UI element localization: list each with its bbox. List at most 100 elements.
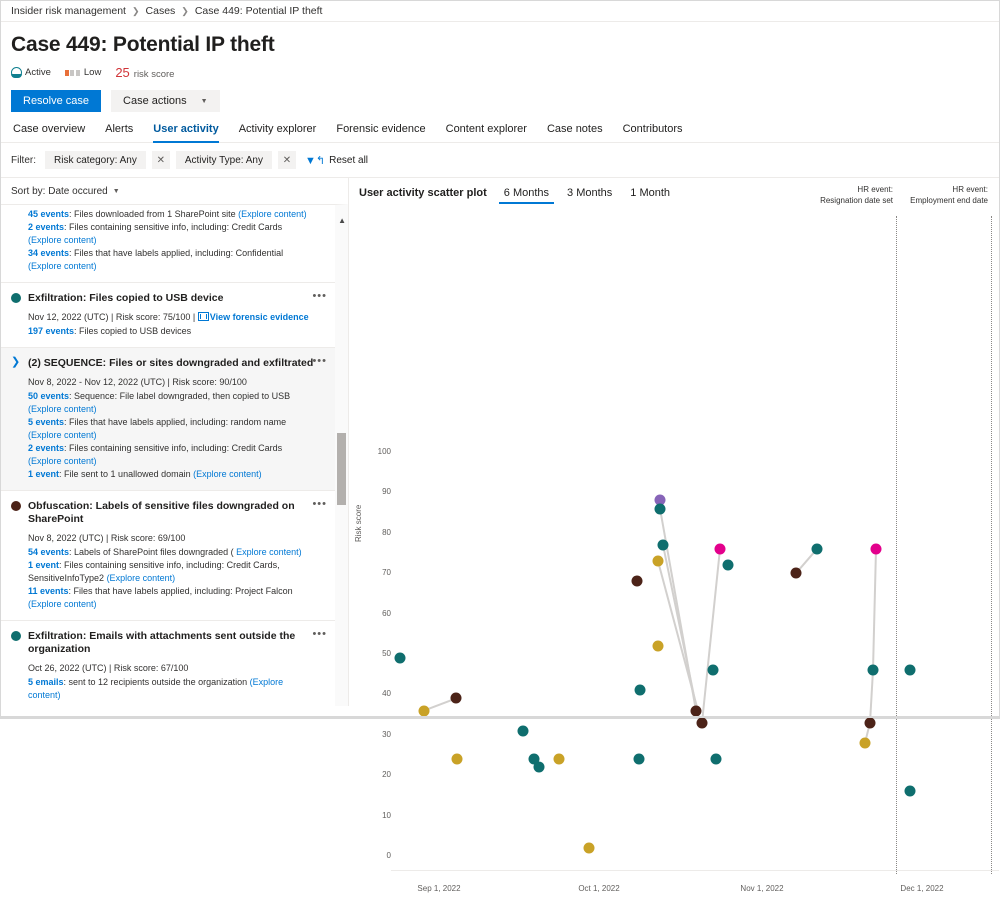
scatter-point[interactable] [518,725,529,736]
scatter-point[interactable] [451,693,462,704]
filter-clear-activity-type-icon[interactable]: ✕ [278,151,296,169]
explore-content-link[interactable]: Explore content) [236,547,302,557]
explore-content-link[interactable]: (Explore content) [28,599,97,609]
scatter-point[interactable] [658,539,669,550]
severity-badge: Low [65,67,101,78]
scatter-point[interactable] [691,705,702,716]
hr-event-label: HR event: Resignation date set [803,184,893,206]
activity-event-text: : Sequence: File label downgraded, then … [69,391,290,401]
activity-event-text: : Files that have labels applied, includ… [64,417,286,427]
explore-content-link[interactable]: (Explore content) [28,430,97,440]
explore-content-link[interactable]: (Explore content) [28,235,97,245]
tab-forensic-evidence[interactable]: Forensic evidence [326,123,435,142]
scatter-point[interactable] [905,665,916,676]
case-meta-row: Active Low 25 risk score [1,57,999,80]
scatter-point[interactable] [723,560,734,571]
scatter-point[interactable] [791,568,802,579]
sort-by-dropdown[interactable]: Sort by: Date occured ▼ [1,178,348,204]
explore-content-link[interactable]: (Explore content) [28,404,97,414]
explore-content-link[interactable]: (Explore content) [28,261,97,271]
status-active-icon [11,67,22,78]
expand-chevron-icon[interactable]: ❯ [11,357,21,367]
activity-date-risk: Nov 12, 2022 (UTC) | Risk score: 75/100 … [28,312,198,322]
filter-pill-risk-category[interactable]: Risk category: Any [45,151,146,169]
activity-more-options-icon[interactable]: ••• [312,357,327,365]
scatter-point[interactable] [635,685,646,696]
activity-event-count: 1 event [28,560,59,570]
case-actions-button[interactable]: Case actions ▼ [111,90,220,112]
scrollbar-thumb[interactable] [337,433,346,505]
scatter-point[interactable] [655,503,666,514]
scatter-point[interactable] [419,705,430,716]
view-forensic-evidence-link[interactable]: View forensic evidence [198,312,309,322]
scatter-point[interactable] [868,665,879,676]
sort-by-label: Sort by: Date occured [11,186,108,197]
tab-contributors[interactable]: Contributors [613,123,693,142]
activity-detail-line: 34 events: Files that have labels applie… [28,247,315,273]
scatter-point[interactable] [715,543,726,554]
scatter-point[interactable] [905,786,916,797]
scatter-point[interactable] [534,762,545,773]
sequence-connection-lines [349,212,999,902]
range-tab-3-months[interactable]: 3 Months [558,187,621,204]
activity-category-dot-icon [11,501,21,511]
reset-all-button[interactable]: ▼↰ Reset all [305,154,368,167]
scatter-point[interactable] [653,640,664,651]
activity-detail-lines: 54 events: Labels of SharePoint files do… [28,546,315,611]
explore-content-link[interactable]: (Explore content) [107,573,176,583]
activity-title: Exfiltration: Emails with attachments se… [28,630,315,656]
risk-score-value: 25 [115,65,129,80]
activity-item[interactable]: ❯(2) SEQUENCE: Files or sites downgraded… [1,348,335,491]
tab-alerts[interactable]: Alerts [95,123,143,142]
range-tab-1-month[interactable]: 1 Month [621,187,679,204]
scatter-point[interactable] [860,737,871,748]
scatter-point[interactable] [634,754,645,765]
activity-item[interactable]: Exfiltration: Files copied to USB device… [1,283,335,348]
breadcrumb-item-0[interactable]: Insider risk management [11,5,126,17]
tab-activity-explorer[interactable]: Activity explorer [229,123,327,142]
scatter-point[interactable] [554,754,565,765]
activity-item[interactable]: Obfuscation: Labels of sensitive files d… [1,491,335,621]
scatter-point[interactable] [395,653,406,664]
tab-case-overview[interactable]: Case overview [11,123,95,142]
explore-content-link[interactable]: (Explore content) [28,456,97,466]
filter-clear-risk-category-icon[interactable]: ✕ [152,151,170,169]
activity-event-text: : Files downloaded from 1 SharePoint sit… [69,209,238,219]
activity-item[interactable]: Exfiltration: Emails with attachments se… [1,621,335,706]
range-tab-6-months[interactable]: 6 Months [495,187,558,204]
activity-scroll-region: Nov 21, 2022 (UTC) | Risk score: 21/1004… [1,204,348,706]
explore-content-link[interactable]: (Explore content) [238,209,307,219]
scatter-point[interactable] [812,543,823,554]
chevron-down-icon: ▼ [113,188,120,195]
scroll-up-icon[interactable]: ▲ [338,216,346,225]
scatter-point[interactable] [584,842,595,853]
activity-more-options-icon[interactable]: ••• [312,292,327,300]
tab-user-activity[interactable]: User activity [143,123,228,142]
scatter-point[interactable] [632,576,643,587]
tab-content-explorer[interactable]: Content explorer [436,123,537,142]
tab-case-notes[interactable]: Case notes [537,123,613,142]
scatter-point[interactable] [653,556,664,567]
activity-more-options-icon[interactable]: ••• [312,500,327,508]
activity-list-scrollbar[interactable] [335,211,348,706]
scatter-point[interactable] [452,754,463,765]
scatter-point[interactable] [871,543,882,554]
activity-event-count: 54 events [28,547,69,557]
activity-detail-lines: 45 events: Files downloaded from 1 Share… [28,208,315,273]
filter-bar: Filter: Risk category: Any ✕ Activity Ty… [1,143,999,178]
scatter-point[interactable] [711,754,722,765]
filter-pill-activity-type[interactable]: Activity Type: Any [176,151,272,169]
window-bottom-border [1,716,999,718]
activity-event-text: : sent to 12 recipients outside the orga… [64,677,250,687]
activity-more-options-icon[interactable]: ••• [312,630,327,638]
activity-event-text: : Labels of SharePoint files downgraded … [69,547,236,557]
explore-content-link[interactable]: (Explore content) [193,469,262,479]
scatter-point[interactable] [708,665,719,676]
activity-item[interactable]: Nov 21, 2022 (UTC) | Risk score: 21/1004… [1,204,335,283]
activity-event-text: : File sent to 1 unallowed domain [59,469,193,479]
activity-subtitle: Nov 21, 2022 (UTC) | Risk score: 21/100 [28,204,315,207]
activity-detail-lines: 50 events: Sequence: File label downgrad… [28,390,315,481]
resolve-case-button[interactable]: Resolve case [11,90,101,112]
breadcrumb-item-1[interactable]: Cases [146,5,176,17]
hr-event-label: HR event: Employment end date [898,184,988,206]
